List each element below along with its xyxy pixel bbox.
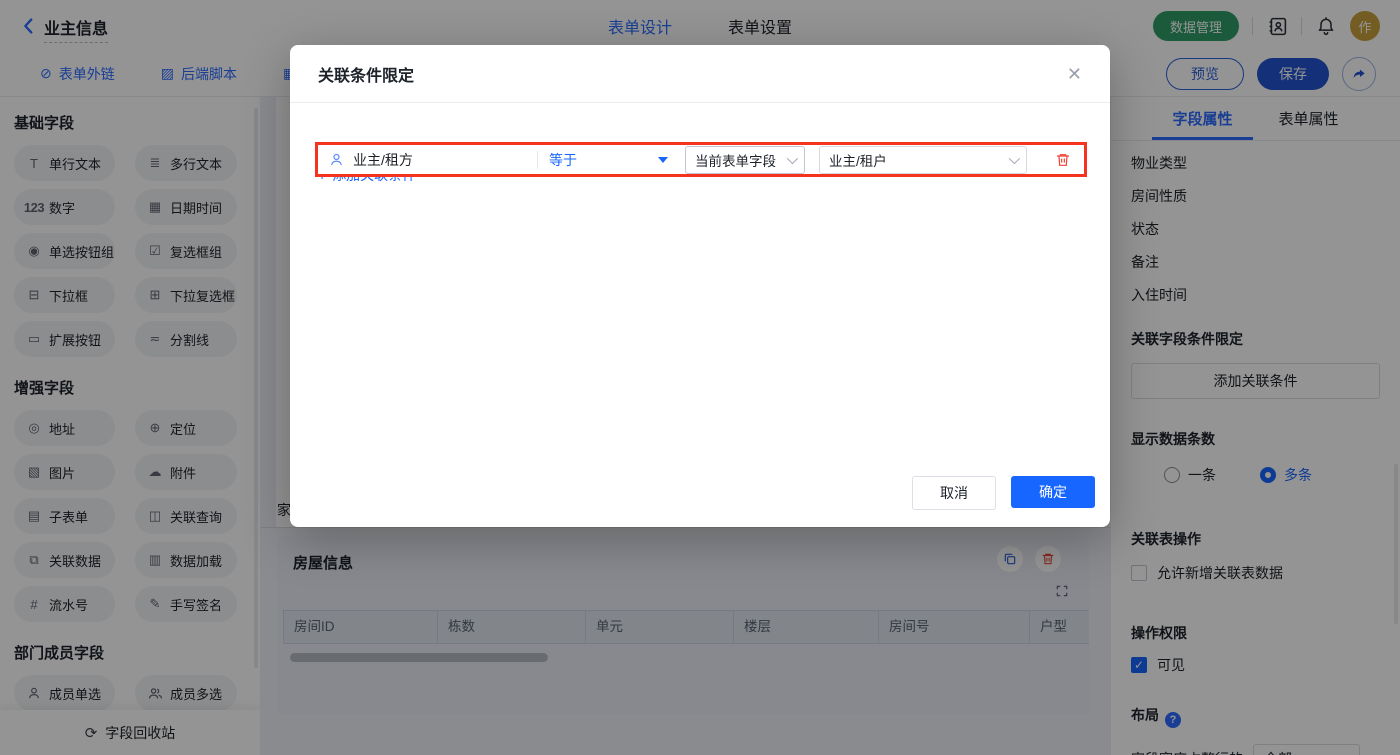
condition-row-highlighted: 业主/租方 等于 当前表单字段 业主/租户	[315, 142, 1087, 177]
person-icon	[329, 152, 344, 167]
source-type-value: 当前表单字段	[695, 150, 776, 170]
cancel-button[interactable]: 取消	[912, 476, 996, 510]
form-designer-app: 业主信息 表单设计表单设置 数据管理 作 ⊘表单外链▨后端脚本▦数据报表 预览 …	[0, 0, 1400, 755]
close-icon[interactable]: ✕	[1067, 65, 1082, 83]
chevron-down-icon	[787, 152, 798, 163]
trash-icon	[1055, 152, 1071, 168]
source-type-select[interactable]: 当前表单字段	[685, 146, 805, 174]
triangle-down-icon	[658, 157, 668, 163]
operator-value: 等于	[549, 150, 577, 170]
modal-title: 关联条件限定	[318, 62, 414, 86]
source-field-value: 业主/租户	[829, 150, 887, 170]
condition-field-select[interactable]: 业主/租方	[318, 150, 537, 170]
chevron-down-icon	[1009, 152, 1020, 163]
relation-condition-modal: 关联条件限定 ✕ + 添加关联条件 业主/租方 等于 当前表单字段	[290, 45, 1110, 527]
condition-field-label: 业主/租方	[353, 150, 413, 170]
confirm-button[interactable]: 确定	[1011, 476, 1095, 508]
operator-select[interactable]: 等于	[538, 150, 682, 170]
delete-condition-button[interactable]	[1055, 152, 1071, 168]
source-field-select[interactable]: 业主/租户	[819, 146, 1027, 174]
